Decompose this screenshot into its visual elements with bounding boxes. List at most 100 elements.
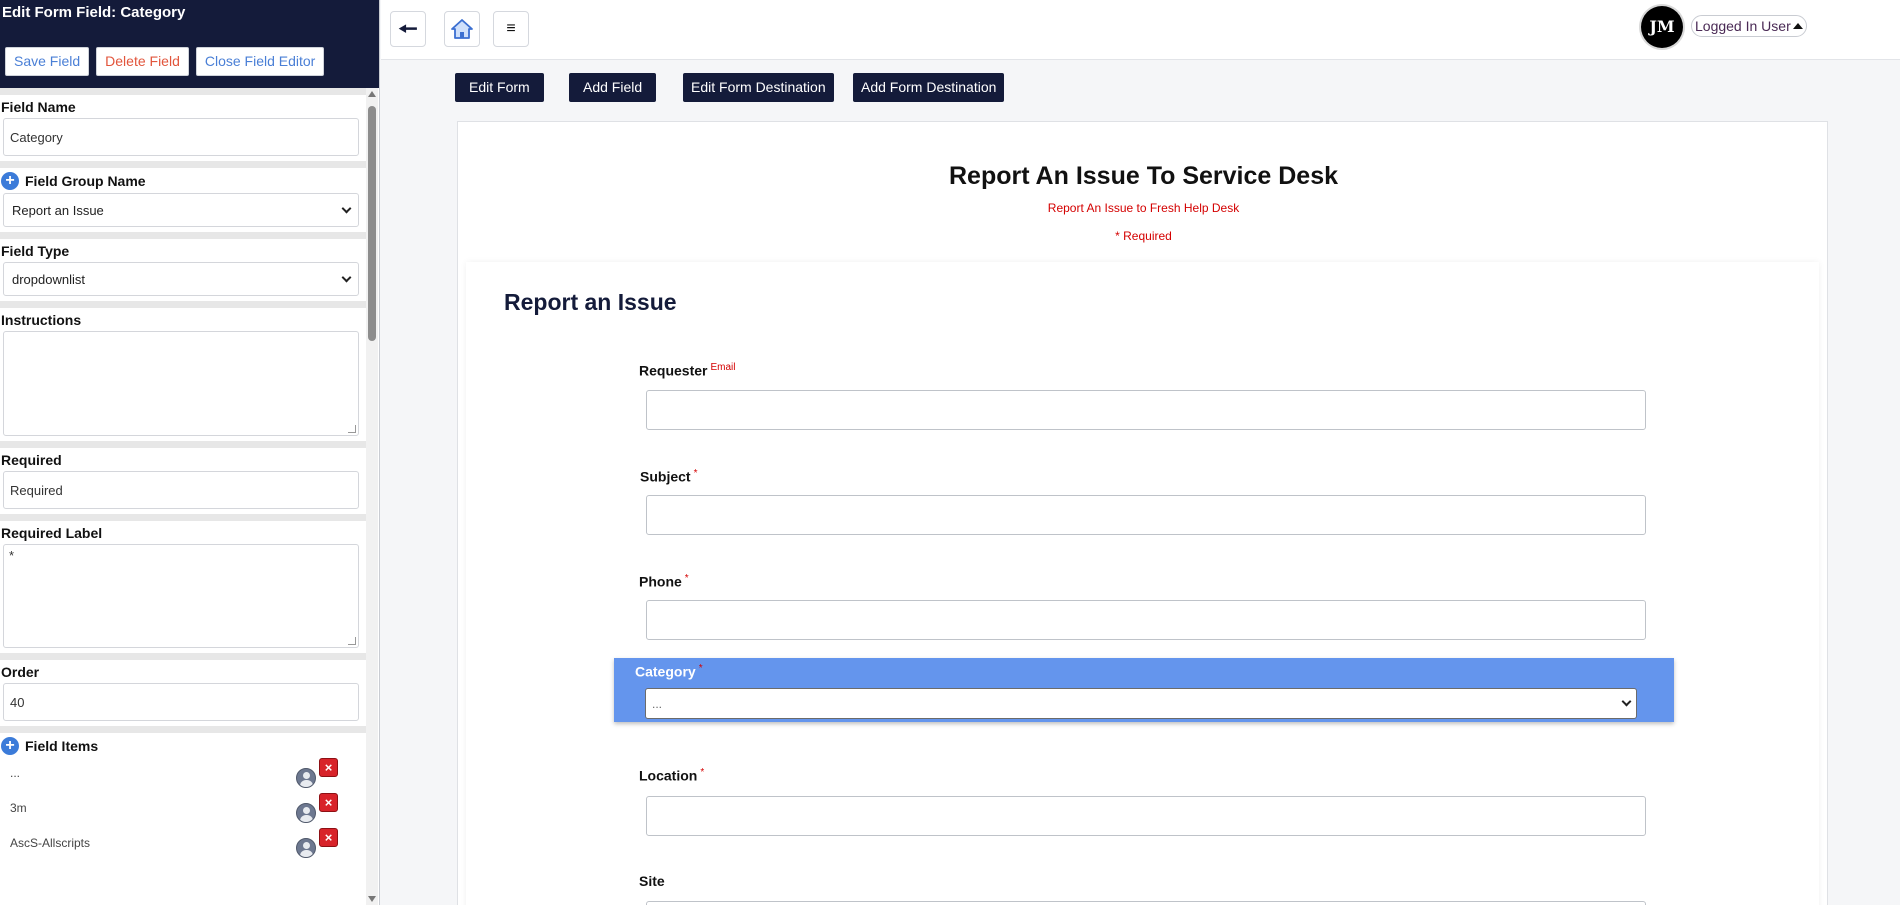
phone-required-marker: * <box>684 573 689 584</box>
category-select-value: ... <box>652 696 663 711</box>
add-form-destination-button[interactable]: Add Form Destination <box>853 73 1005 102</box>
site-label-text: Site <box>639 873 665 889</box>
field-type-select-value: dropdownlist <box>12 271 85 287</box>
required-group: Required Required <box>0 448 366 509</box>
home-button[interactable] <box>444 11 480 47</box>
instructions-textarea[interactable] <box>3 331 359 436</box>
hamburger-menu-icon: ≡ <box>506 20 516 37</box>
field-items-label: Field Items <box>25 738 99 754</box>
close-field-editor-button[interactable]: Close Field Editor <box>195 47 325 76</box>
arrow-left-icon: 🠔 <box>398 16 418 41</box>
field-group-select[interactable]: Report an Issue <box>3 193 359 227</box>
divider <box>0 232 366 239</box>
editor-scrollbar[interactable] <box>366 88 378 905</box>
delete-icon[interactable]: × <box>319 827 338 847</box>
divider <box>0 161 366 168</box>
field-items-group: + Field Items ... × 3m × AscS-Allscripts <box>0 733 366 860</box>
site-label: Site <box>639 873 665 889</box>
field-name-input[interactable]: Category <box>3 118 359 156</box>
back-button[interactable]: 🠔 <box>390 11 426 47</box>
subject-label: Subject * <box>640 468 697 485</box>
order-input[interactable]: 40 <box>3 683 359 721</box>
divider <box>0 653 366 660</box>
location-input[interactable] <box>646 796 1646 836</box>
field-type-group: Field Type dropdownlist <box>0 239 366 296</box>
location-required-marker: * <box>700 767 705 778</box>
phone-label: Phone * <box>639 573 689 590</box>
scroll-up-arrow-icon[interactable] <box>368 91 376 97</box>
required-label-textarea[interactable]: * <box>3 544 359 648</box>
section-title: Report an Issue <box>504 289 677 315</box>
editor-scroll-area[interactable]: Field Name Category + Field Group Name R… <box>0 88 378 905</box>
edit-form-button[interactable]: Edit Form <box>455 73 544 102</box>
category-label-text: Category <box>635 663 696 680</box>
category-field-selected[interactable]: Category * ... <box>614 658 1674 722</box>
required-label-text: * <box>9 548 15 563</box>
requester-marker: Email <box>710 362 736 373</box>
avatar[interactable]: JM <box>1641 6 1683 48</box>
requester-input[interactable] <box>646 390 1646 430</box>
subject-input[interactable] <box>646 495 1646 535</box>
add-field-button[interactable]: Add Field <box>569 73 657 102</box>
resize-grip-icon[interactable] <box>348 425 356 433</box>
user-menu[interactable]: Logged In User <box>1691 15 1807 37</box>
user-icon[interactable] <box>296 837 316 858</box>
list-item: AscS-Allscripts × <box>0 825 340 860</box>
save-field-button[interactable]: Save Field <box>5 47 90 76</box>
item-actions: × <box>296 757 340 788</box>
field-type-label: Field Type <box>1 243 70 259</box>
instructions-group: Instructions <box>0 308 366 436</box>
scrollbar-thumb[interactable] <box>368 106 376 341</box>
required-label-label: Required Label <box>1 525 103 541</box>
menu-button[interactable]: ≡ <box>493 11 529 47</box>
required-label-group: Required Label * <box>0 521 366 648</box>
chevron-down-icon <box>341 272 352 282</box>
field-item-text: AscS-Allscripts <box>10 835 91 850</box>
form-subtitle: Report An Issue to Fresh Help Desk <box>1047 201 1240 215</box>
requester-label: Requester Email <box>639 362 735 379</box>
divider <box>0 301 366 308</box>
category-required-marker: * <box>698 663 703 674</box>
user-icon[interactable] <box>296 767 316 788</box>
form-section: Report an Issue Requester Email Subject * … <box>466 262 1819 905</box>
chevron-down-icon <box>341 203 352 213</box>
category-label: Category * <box>635 663 703 680</box>
requester-label-text: Requester <box>639 362 708 379</box>
divider <box>0 441 366 448</box>
item-actions: × <box>296 792 340 823</box>
field-type-select[interactable]: dropdownlist <box>3 262 359 296</box>
field-items-label-row: + Field Items <box>0 733 366 755</box>
delete-icon[interactable]: × <box>319 757 338 777</box>
instructions-label: Instructions <box>1 312 82 328</box>
required-note: * Required <box>1115 229 1172 243</box>
field-editor-panel: Edit Form Field: Category Save Field Del… <box>0 0 380 905</box>
location-label-text: Location <box>639 767 698 784</box>
field-group-group: + Field Group Name Report an Issue <box>0 168 366 227</box>
location-label: Location * <box>639 767 704 784</box>
add-group-plus-icon[interactable]: + <box>1 172 19 190</box>
field-item-text: ... <box>10 765 21 780</box>
user-icon[interactable] <box>296 802 316 823</box>
edit-form-destination-button[interactable]: Edit Form Destination <box>683 73 834 102</box>
top-bar: 🠔 ≡ JM Logged In User <box>381 0 1900 60</box>
category-select[interactable]: ... <box>645 688 1637 719</box>
scroll-down-arrow-icon[interactable] <box>368 896 376 902</box>
divider <box>0 88 366 95</box>
delete-icon[interactable]: × <box>319 792 338 812</box>
required-input[interactable]: Required <box>3 471 359 509</box>
caret-up-icon <box>1792 23 1803 29</box>
order-group: Order 40 <box>0 660 366 721</box>
resize-grip-icon[interactable] <box>348 637 356 645</box>
form-card: Report An Issue To Service Desk Report A… <box>457 121 1828 905</box>
editor-header: Edit Form Field: Category Save Field Del… <box>0 0 379 88</box>
list-item: ... × <box>0 755 340 790</box>
form-title: Report An Issue To Service Desk <box>948 162 1339 190</box>
delete-field-button[interactable]: Delete Field <box>96 47 189 76</box>
site-input[interactable] <box>646 901 1646 905</box>
user-menu-label: Logged In User <box>1695 18 1791 34</box>
editor-title: Edit Form Field: Category <box>2 4 186 21</box>
phone-label-text: Phone <box>639 573 682 590</box>
field-name-label: Field Name <box>1 99 76 115</box>
phone-input[interactable] <box>646 600 1646 640</box>
add-item-plus-icon[interactable]: + <box>1 737 19 755</box>
